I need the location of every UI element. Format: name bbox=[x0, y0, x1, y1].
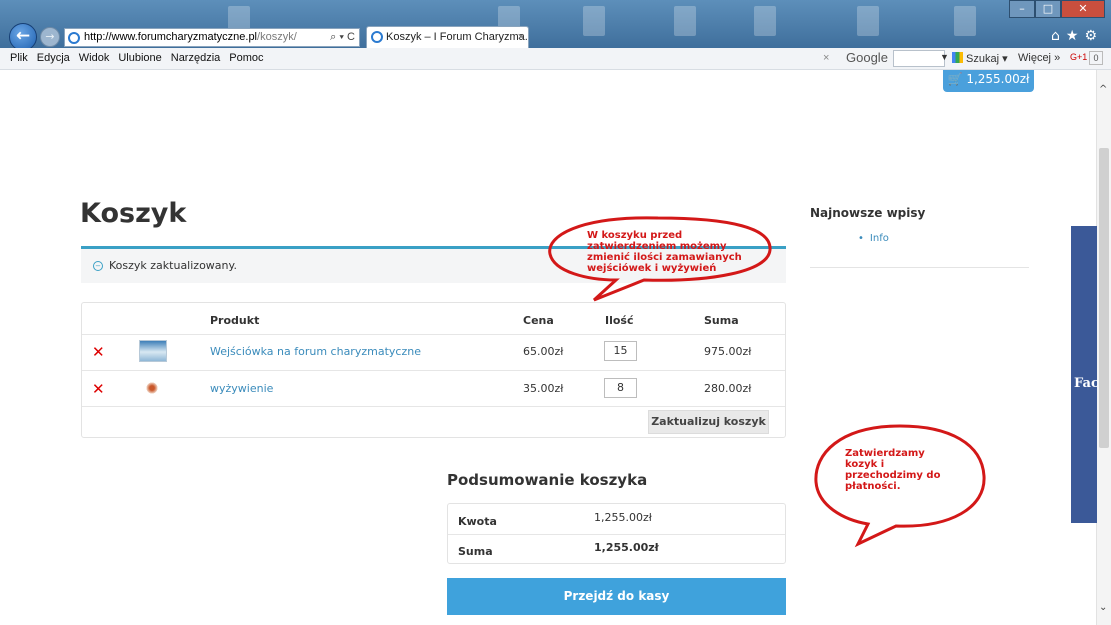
facebook-tab[interactable]: Fac bbox=[1071, 226, 1099, 523]
desktop-icon bbox=[583, 6, 605, 36]
close-window-icon[interactable]: ✕ bbox=[1061, 0, 1105, 18]
address-tools[interactable]: ⌕ ▾ C bbox=[330, 29, 355, 46]
menu-items: Plik Edycja Widok Ulubione Narzędzia Pomoc bbox=[10, 52, 264, 64]
home-icon[interactable]: ⌂ bbox=[1051, 28, 1066, 44]
forward-arrow-icon[interactable]: → bbox=[40, 27, 60, 47]
product-price: 35.00zł bbox=[523, 382, 564, 395]
google-toolbar-close-icon[interactable]: × bbox=[823, 52, 829, 64]
cart-table: Produkt Cena Ilość Suma ✕ Wejściówka na … bbox=[81, 302, 786, 438]
notice-text: Koszyk zaktualizowany. bbox=[109, 259, 237, 272]
google-more-button[interactable]: Więcej » bbox=[1018, 52, 1060, 64]
sidebar-link-info[interactable]: Info bbox=[858, 233, 889, 244]
summary-label: Kwota bbox=[458, 515, 497, 528]
page-scrollbar[interactable]: ^ ⌄ bbox=[1096, 70, 1111, 625]
browser-titlebar: ← → http://www.forumcharyzmatyczne.pl/ko… bbox=[0, 0, 1111, 51]
back-arrow-icon[interactable]: ← bbox=[9, 23, 37, 51]
page-title: Koszyk bbox=[80, 198, 187, 229]
desktop-icon bbox=[754, 6, 776, 36]
row-divider bbox=[82, 406, 785, 407]
annotation-line: Zatwierdzamy bbox=[845, 448, 925, 459]
annotation-line: wejściówek i wyżywień bbox=[587, 263, 717, 274]
google-search-icon bbox=[952, 52, 963, 63]
column-header-qty: Ilość bbox=[605, 314, 634, 327]
remove-item-icon[interactable]: ✕ bbox=[92, 380, 105, 398]
desktop-icon bbox=[857, 6, 879, 36]
scroll-thumb[interactable] bbox=[1099, 148, 1109, 448]
annotation-line: płatności. bbox=[845, 481, 901, 492]
maximize-icon[interactable]: □ bbox=[1035, 0, 1061, 18]
ie-logo-icon bbox=[68, 32, 80, 44]
update-cart-button[interactable]: Zaktualizuj koszyk bbox=[648, 410, 769, 434]
sidebar-divider bbox=[810, 267, 1029, 268]
product-link[interactable]: Wejściówka na forum charyzmatyczne bbox=[210, 345, 421, 358]
menu-item[interactable]: Narzędzia bbox=[171, 52, 221, 64]
google-search-button[interactable]: Szukaj ▾ bbox=[952, 52, 1008, 65]
scroll-up-icon[interactable]: ^ bbox=[1099, 84, 1107, 95]
annotation-text-top: W koszyku przed zatwierdzeniem możemy zm… bbox=[587, 230, 742, 274]
column-header-price: Cena bbox=[523, 314, 554, 327]
quantity-input[interactable]: 8 bbox=[604, 378, 637, 398]
google-more-label: Więcej bbox=[1018, 52, 1052, 64]
window-controls: – □ ✕ bbox=[1009, 0, 1105, 18]
ie-logo-icon bbox=[371, 31, 383, 43]
address-domain: http://www.forumcharyzmatyczne.pl bbox=[84, 31, 258, 43]
column-header-total: Suma bbox=[704, 314, 739, 327]
cart-icon: 🛒 bbox=[947, 72, 963, 86]
tab-koszyk[interactable]: Koszyk – I Forum Charyzma... × bbox=[366, 26, 529, 48]
gear-icon[interactable]: ⚙ bbox=[1084, 28, 1103, 44]
header-cart-total: 1,255.00zł bbox=[966, 72, 1030, 86]
summary-row: Kwota 1,255.00zł bbox=[448, 504, 785, 534]
header-cart-button[interactable]: 🛒 1,255.00zł bbox=[943, 70, 1034, 92]
google-logo: Google bbox=[846, 50, 888, 65]
annotation-line: zatwierdzeniem możemy bbox=[587, 241, 727, 252]
tab-close-icon[interactable]: × bbox=[518, 27, 524, 47]
summary-value: 1,255.00zł bbox=[594, 541, 659, 554]
minimize-icon[interactable]: – bbox=[1009, 0, 1035, 18]
product-thumbnail[interactable] bbox=[139, 377, 167, 399]
google-plus-count: 0 bbox=[1089, 51, 1103, 65]
summary-label: Suma bbox=[458, 545, 493, 558]
address-path: /koszyk/ bbox=[257, 31, 297, 43]
sidebar-title: Najnowsze wpisy bbox=[810, 206, 926, 220]
annotation-line: W koszyku przed bbox=[587, 230, 683, 241]
menubar: Plik Edycja Widok Ulubione Narzędzia Pomoc × … bbox=[0, 48, 1111, 70]
facebook-tab-label: Fac bbox=[1074, 376, 1099, 391]
menu-item[interactable]: Ulubione bbox=[118, 52, 161, 64]
menu-item[interactable]: Widok bbox=[79, 52, 110, 64]
menu-item[interactable]: Edycja bbox=[37, 52, 70, 64]
chevron-down-icon[interactable]: ▼ bbox=[940, 52, 949, 62]
desktop-icon bbox=[674, 6, 696, 36]
annotation-text-right: Zatwierdzamy kozyk i przechodzimy do pła… bbox=[845, 448, 940, 492]
product-link[interactable]: wyżywienie bbox=[210, 382, 273, 395]
product-total: 975.00zł bbox=[704, 345, 752, 358]
desktop-icon bbox=[954, 6, 976, 36]
google-search-input[interactable] bbox=[893, 50, 945, 67]
summary-row: Suma 1,255.00zł bbox=[448, 534, 785, 564]
google-plus-button[interactable]: G+1 bbox=[1070, 52, 1087, 62]
menu-item[interactable]: Plik bbox=[10, 52, 28, 64]
product-thumbnail[interactable] bbox=[139, 340, 167, 362]
tab-title: Koszyk – I Forum Charyzma... bbox=[386, 31, 529, 43]
checkout-button[interactable]: Przejdź do kasy bbox=[447, 578, 786, 615]
address-bar[interactable]: http://www.forumcharyzmatyczne.pl/koszyk… bbox=[64, 28, 360, 47]
browser-toolbar-icons: ⌂★⚙ bbox=[1051, 28, 1103, 44]
annotation-line: kozyk i bbox=[845, 459, 885, 470]
google-search-label: Szukaj bbox=[966, 53, 1000, 65]
product-total: 280.00zł bbox=[704, 382, 752, 395]
remove-item-icon[interactable]: ✕ bbox=[92, 343, 105, 361]
row-divider bbox=[82, 370, 785, 371]
annotation-line: zmienić ilości zamawianych bbox=[587, 252, 742, 263]
summary-value: 1,255.00zł bbox=[594, 511, 652, 524]
menu-item[interactable]: Pomoc bbox=[229, 52, 263, 64]
annotation-line: przechodzimy do bbox=[845, 470, 941, 481]
scroll-down-icon[interactable]: ⌄ bbox=[1099, 602, 1107, 613]
row-divider bbox=[82, 334, 785, 335]
info-circle-icon: − bbox=[93, 261, 103, 271]
quantity-input[interactable]: 15 bbox=[604, 341, 637, 361]
summary-table: Kwota 1,255.00zł Suma 1,255.00zł bbox=[447, 503, 786, 564]
product-price: 65.00zł bbox=[523, 345, 564, 358]
summary-title: Podsumowanie koszyka bbox=[447, 471, 648, 489]
favorites-star-icon[interactable]: ★ bbox=[1066, 28, 1085, 44]
column-header-product: Produkt bbox=[210, 314, 260, 327]
